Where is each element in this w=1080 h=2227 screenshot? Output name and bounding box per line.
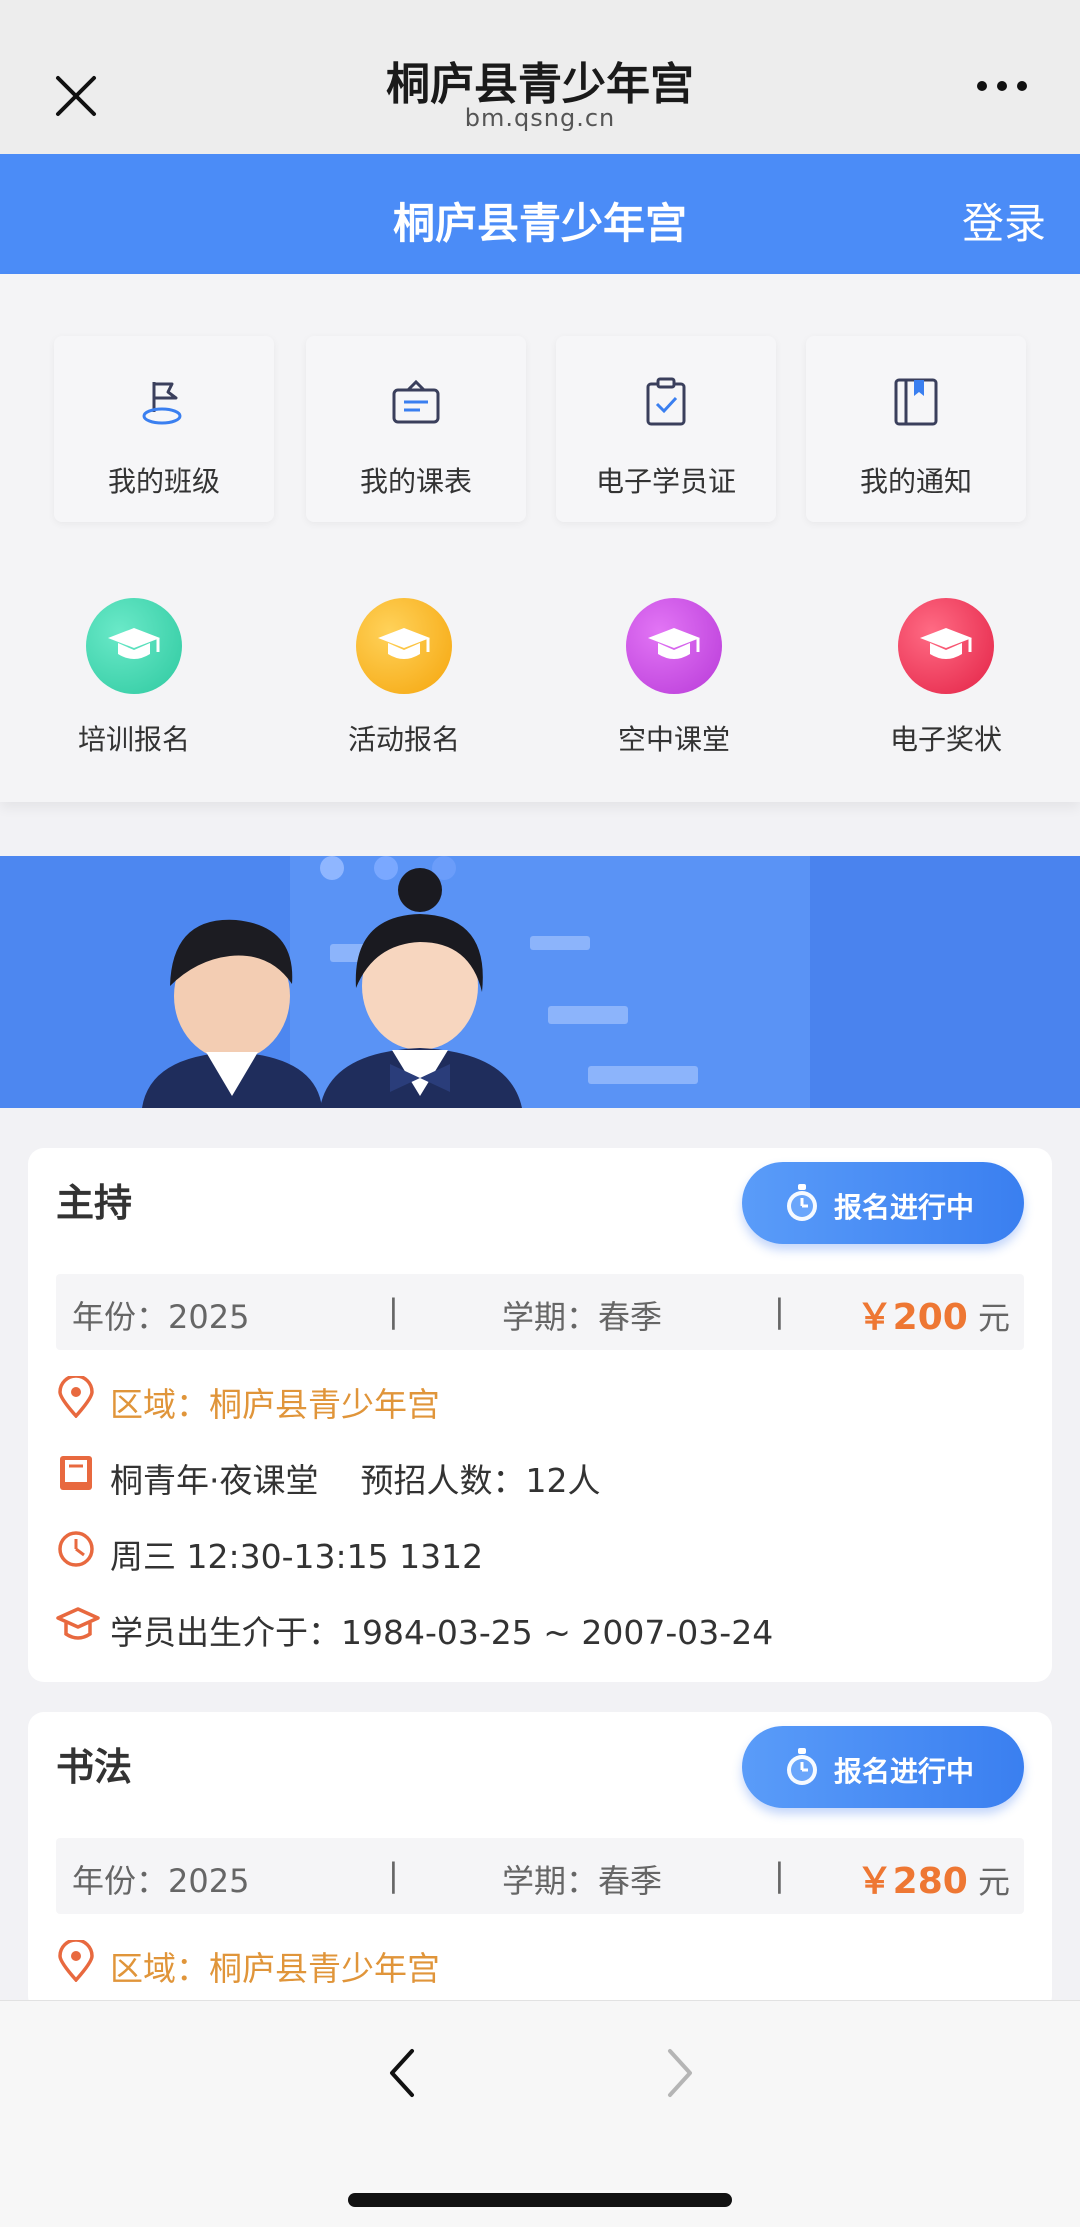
divider: | [388,1856,399,1894]
back-arrow-icon[interactable] [384,2045,420,2101]
stopwatch-icon [787,1748,817,1785]
my-notice-button[interactable]: 我的通知 [806,336,1026,522]
course-year: 年份：2025 [72,1862,250,1900]
promo-banner[interactable] [0,856,1080,1108]
graduation-cap-icon [920,628,972,659]
graduation-cap-icon [56,1607,100,1640]
my-schedule-button[interactable]: 我的课表 [306,336,526,522]
course-area: 区域：桐庐县青少年宫 [110,1385,440,1424]
children-banner-image [0,856,1080,1108]
browser-title: 桐庐县青少年宫 [386,59,694,110]
price-value: 280 [892,1861,968,1902]
e-certificate-label: 电子奖状 [889,723,1002,756]
page-title: 桐庐县青少年宫 [392,199,687,248]
clock-icon [58,1531,94,1567]
air-classroom-icon-bg [626,598,722,694]
browser-url: bm.qsng.cn [464,104,616,132]
bottom-nav-bar [0,2000,1080,2227]
graduation-cap-icon [648,628,700,659]
training-signup-label: 培训报名 [77,723,190,756]
graduation-cap-icon [108,628,160,659]
signup-status-label: 报名进行中 [834,1191,975,1224]
divider: | [774,1856,785,1894]
course-price: ￥280 元 [857,1852,1010,1904]
price-unit: 元 [977,1299,1010,1337]
location-pin-icon [58,1376,94,1418]
course-year: 年份：2025 [72,1298,250,1336]
my-notice-label: 我的通知 [859,465,972,498]
notice-book-icon [894,378,938,426]
training-signup-icon-bg [86,598,182,694]
menu-area: 我的班级 我的课表 电子学员证 我的通知 培训报名 活动报名 空中课堂 电子奖状 [0,274,1080,802]
clipboard-check-icon [646,377,686,426]
signup-status-button[interactable]: 报名进行中 [742,1162,1024,1244]
browser-top-bar: 桐庐县青少年宫 bm.qsng.cn [0,0,1080,154]
divider: | [388,1292,399,1330]
schedule-icon [392,379,440,424]
activity-signup-label: 活动报名 [347,723,460,756]
graduation-cap-icon [378,628,430,659]
my-class-button[interactable]: 我的班级 [54,336,274,522]
course-term: 学期：春季 [502,1862,663,1900]
forward-arrow-icon[interactable] [662,2045,698,2101]
student-id-label: 电子学员证 [595,465,736,498]
flag-icon [142,382,182,425]
signup-status-label: 报名进行中 [834,1755,975,1788]
course-title: 主持 [56,1181,133,1225]
e-certificate-button[interactable]: 电子奖状 [836,598,1056,788]
activity-signup-button[interactable]: 活动报名 [294,598,514,788]
course-price: ￥200 元 [857,1288,1010,1340]
course-meta-bar: 年份：2025 | 学期：春季 | ￥280 元 [56,1838,1024,1914]
more-options-icon[interactable] [974,78,1030,94]
my-class-label: 我的班级 [107,465,220,498]
login-link[interactable]: 登录 [962,190,1046,251]
student-id-button[interactable]: 电子学员证 [556,336,776,522]
activity-signup-icon-bg [356,598,452,694]
price-symbol: ￥ [856,1861,893,1902]
price-unit: 元 [977,1863,1010,1901]
signup-status-button[interactable]: 报名进行中 [742,1726,1024,1808]
training-signup-button[interactable]: 培训报名 [24,598,244,788]
air-classroom-button[interactable]: 空中课堂 [564,598,784,788]
home-indicator [348,2193,732,2207]
air-classroom-label: 空中课堂 [617,723,730,756]
price-symbol: ￥ [856,1297,893,1338]
book-icon [60,1456,92,1490]
my-schedule-label: 我的课表 [359,465,472,498]
course-term: 学期：春季 [502,1298,663,1336]
page-header: 桐庐县青少年宫 登录 [0,154,1080,274]
price-value: 200 [892,1297,968,1338]
course-class-info: 桐青年·夜课堂 预招人数：12人 [110,1461,601,1500]
stopwatch-icon [787,1184,817,1221]
location-pin-icon [58,1940,94,1982]
course-area: 区域：桐庐县青少年宫 [110,1949,440,1988]
e-certificate-icon-bg [898,598,994,694]
divider: | [774,1292,785,1330]
course-birth-range: 学员出生介于：1984-03-25 ~ 2007-03-24 [110,1613,774,1652]
course-card[interactable]: 书法 报名进行中 年份：2025 | 学期：春季 | ￥280 元 区域：桐庐县… [28,1712,1052,2012]
course-meta-bar: 年份：2025 | 学期：春季 | ￥200 元 [56,1274,1024,1350]
course-time: 周三 12:30-13:15 1312 [110,1537,484,1576]
course-card[interactable]: 主持 报名进行中 年份：2025 | 学期：春季 | ￥200 元 区域：桐庐县… [28,1148,1052,1682]
course-title: 书法 [56,1745,133,1789]
